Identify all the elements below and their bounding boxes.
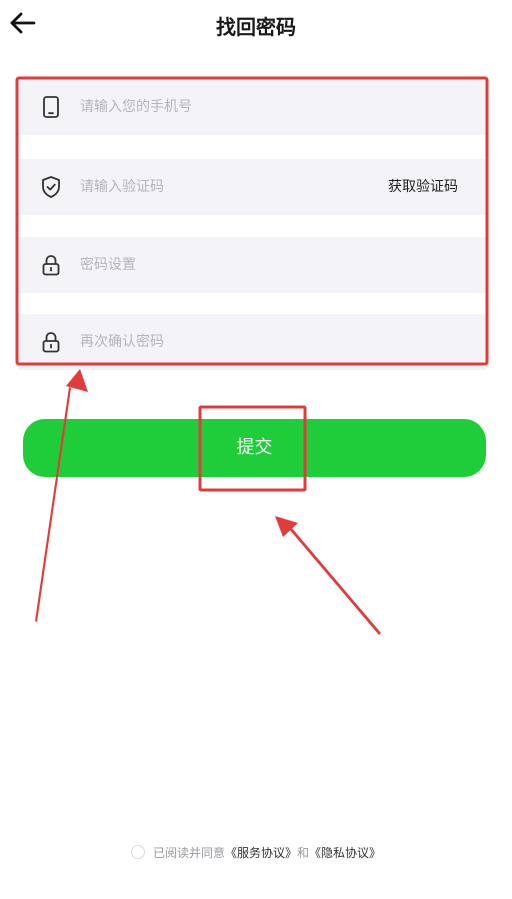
agree-radio[interactable] (130, 845, 145, 859)
shield-check-icon (42, 176, 60, 198)
submit-button[interactable]: 提交 (23, 419, 486, 477)
annotation-arrow-form (35, 369, 88, 622)
phone-input[interactable] (80, 79, 370, 135)
code-row: 获取验证码 (18, 159, 486, 215)
password-row (18, 237, 486, 293)
agreement-line: 已阅读并同意《服务协议》和《隐私协议》 (0, 844, 512, 861)
lock-icon (42, 332, 60, 353)
verification-code-input[interactable] (80, 159, 370, 215)
page-title: 找回密码 (216, 15, 296, 39)
agreement-prefix: 已阅读并同意 (152, 846, 225, 860)
service-agreement-link[interactable]: 《服务协议》 (225, 846, 297, 860)
agreement-conjunction: 和 (297, 846, 310, 860)
get-code-button[interactable]: 获取验证码 (388, 159, 458, 215)
header: 找回密码 (0, 0, 512, 50)
annotation-arrow-submit (275, 516, 381, 635)
mobile-phone-icon (43, 96, 59, 118)
lock-icon (42, 255, 60, 276)
confirm-password-row (18, 314, 486, 370)
phone-row (18, 79, 486, 135)
privacy-agreement-link[interactable]: 《隐私协议》 (309, 846, 381, 860)
password-input[interactable] (80, 237, 370, 293)
confirm-password-input[interactable] (80, 314, 370, 370)
